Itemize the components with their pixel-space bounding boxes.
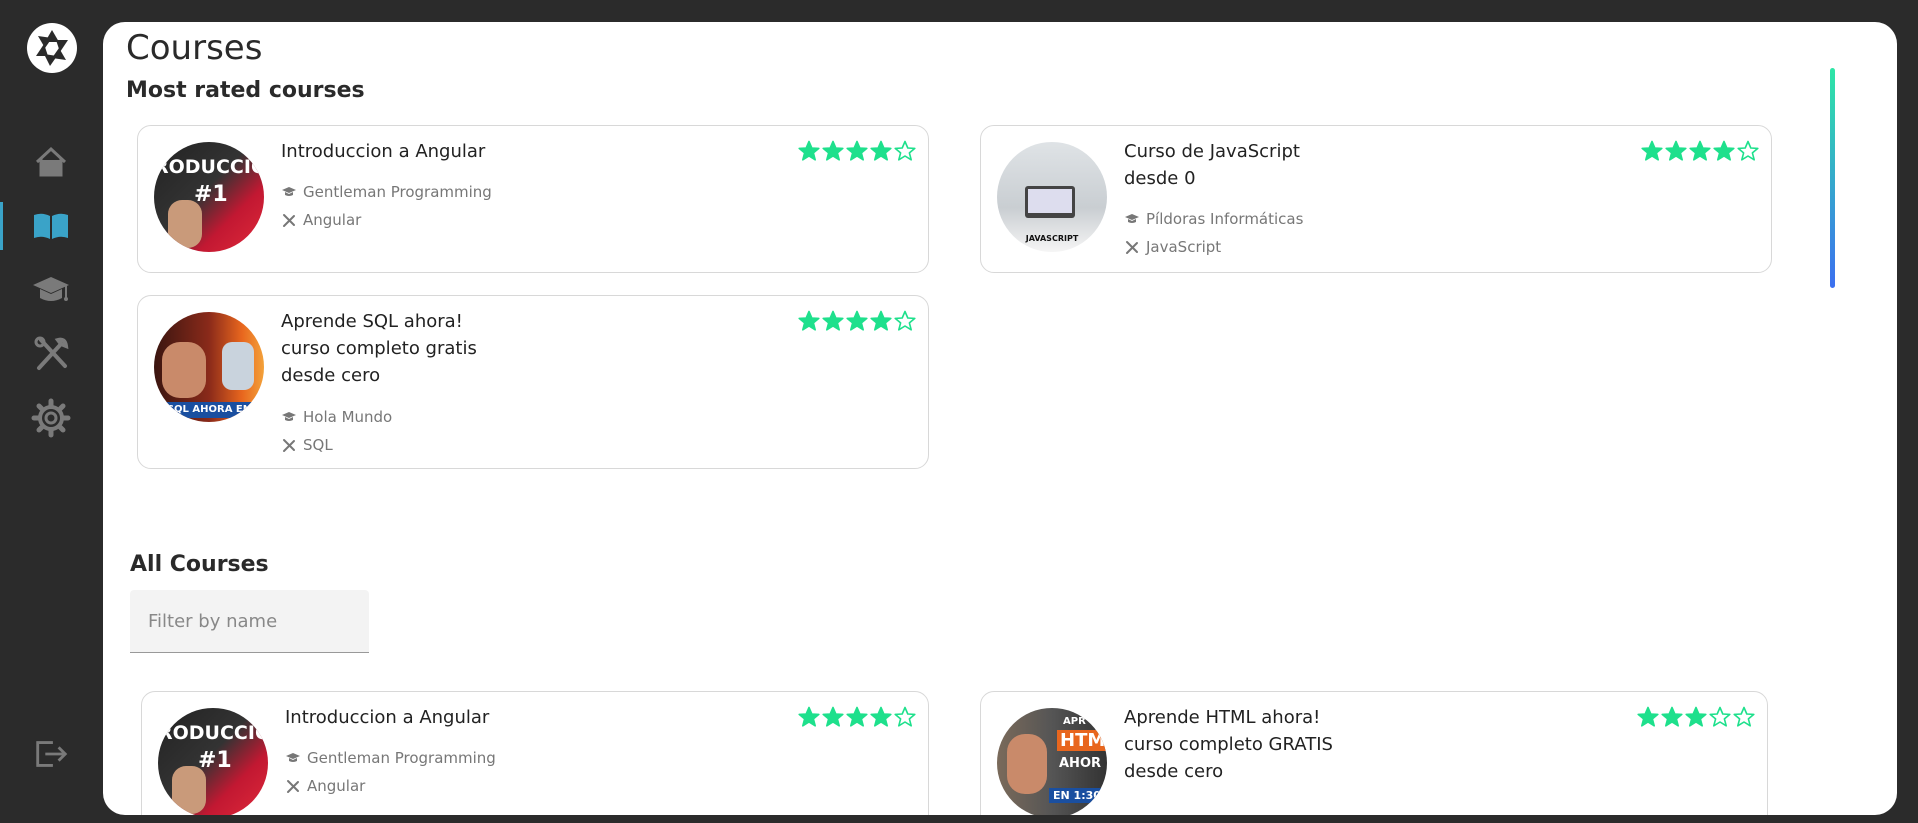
course-title: Curso de JavaScript desde 0 <box>1124 141 1300 189</box>
star-filled-icon <box>1713 140 1735 161</box>
course-title: Aprende HTML ahora! curso completo GRATI… <box>1124 707 1333 782</box>
course-topic: Angular <box>285 777 365 795</box>
gear-icon <box>31 398 71 438</box>
star-filled-icon <box>1685 706 1707 727</box>
course-card[interactable]: SQL AHORA EN Aprende SQL ahora! curso co… <box>137 295 929 469</box>
star-empty-icon <box>894 140 916 161</box>
graduation-cap-icon <box>282 187 296 196</box>
star-filled-icon <box>822 706 844 727</box>
star-filled-icon <box>798 706 820 727</box>
star-filled-icon <box>1641 140 1663 161</box>
graduation-cap-icon <box>282 412 296 421</box>
course-topic: SQL <box>281 436 333 454</box>
rating-stars <box>1637 706 1755 728</box>
star-filled-icon <box>822 310 844 331</box>
graduation-cap-icon <box>286 753 300 762</box>
course-author: Gentleman Programming <box>281 183 492 201</box>
all-courses-title: All Courses <box>130 552 269 577</box>
course-author: Píldoras Informáticas <box>1124 210 1303 228</box>
course-thumbnail: RODUCCIÓ #1 <box>158 708 268 815</box>
main-panel: Courses Most rated courses RODUCCIÓ #1 I… <box>103 22 1897 815</box>
sidebar-item-settings[interactable] <box>0 390 102 446</box>
rating-stars <box>798 706 916 728</box>
star-filled-icon <box>870 310 892 331</box>
course-card[interactable]: JAVASCRIPT Curso de JavaScript desde 0 P… <box>980 125 1772 273</box>
star-filled-icon <box>1637 706 1659 727</box>
star-filled-icon <box>822 140 844 161</box>
rating-stars <box>798 140 916 162</box>
course-thumbnail: APR HTM AHOR EN 1:30 <box>997 708 1107 815</box>
most-rated-title: Most rated courses <box>126 78 365 103</box>
book-icon <box>34 213 68 239</box>
star-filled-icon <box>846 140 868 161</box>
scrollbar[interactable] <box>1830 68 1835 288</box>
course-card[interactable]: RODUCCIÓ #1 Introduccion a Angular Gentl… <box>137 125 929 273</box>
star-empty-icon <box>1737 140 1759 161</box>
star-filled-icon <box>1661 706 1683 727</box>
tools-icon <box>34 336 69 370</box>
logout-icon <box>36 741 68 767</box>
course-card[interactable]: APR HTM AHOR EN 1:30 Aprende HTML ahora!… <box>980 691 1768 815</box>
star-empty-icon <box>894 310 916 331</box>
logout-button[interactable] <box>0 726 102 782</box>
course-title: Introduccion a Angular <box>281 141 486 162</box>
star-filled-icon <box>798 310 820 331</box>
rating-stars <box>798 310 916 332</box>
sidebar-item-teachers[interactable] <box>0 262 102 318</box>
course-card[interactable]: RODUCCIÓ #1 Introduccion a Angular Gentl… <box>141 691 929 815</box>
rating-stars <box>1641 140 1759 162</box>
graduation-cap-icon <box>1125 214 1139 223</box>
tools-icon <box>1126 241 1138 254</box>
course-title: Introduccion a Angular <box>285 707 490 728</box>
course-author: Hola Mundo <box>281 408 392 426</box>
sidebar-item-home[interactable] <box>0 134 102 190</box>
course-thumbnail: JAVASCRIPT <box>997 142 1107 252</box>
course-title: Aprende SQL ahora! curso completo gratis… <box>281 311 477 386</box>
star-filled-icon <box>870 706 892 727</box>
tools-icon <box>287 780 299 793</box>
course-author: Gentleman Programming <box>285 749 496 767</box>
sidebar-item-tools[interactable] <box>0 326 102 382</box>
star-filled-icon <box>798 140 820 161</box>
course-thumbnail: RODUCCIÓ #1 <box>154 142 264 252</box>
star-filled-icon <box>1665 140 1687 161</box>
graduation-cap-icon <box>33 277 69 301</box>
filter-by-name-input[interactable] <box>130 590 369 653</box>
course-thumbnail: SQL AHORA EN <box>154 312 264 422</box>
sidebar <box>0 0 102 823</box>
star-filled-icon <box>846 706 868 727</box>
sidebar-item-courses[interactable] <box>0 198 102 254</box>
app-logo[interactable] <box>26 22 78 74</box>
tools-icon <box>283 214 295 227</box>
star-filled-icon <box>870 140 892 161</box>
star-empty-icon <box>1733 706 1755 727</box>
star-filled-icon <box>1689 140 1711 161</box>
star-filled-icon <box>846 310 868 331</box>
home-icon <box>35 146 67 177</box>
star-empty-icon <box>1709 706 1731 727</box>
course-topic: JavaScript <box>1124 238 1221 256</box>
page-title: Courses <box>126 28 263 68</box>
tools-icon <box>283 439 295 452</box>
star-empty-icon <box>894 706 916 727</box>
course-topic: Angular <box>281 211 361 229</box>
